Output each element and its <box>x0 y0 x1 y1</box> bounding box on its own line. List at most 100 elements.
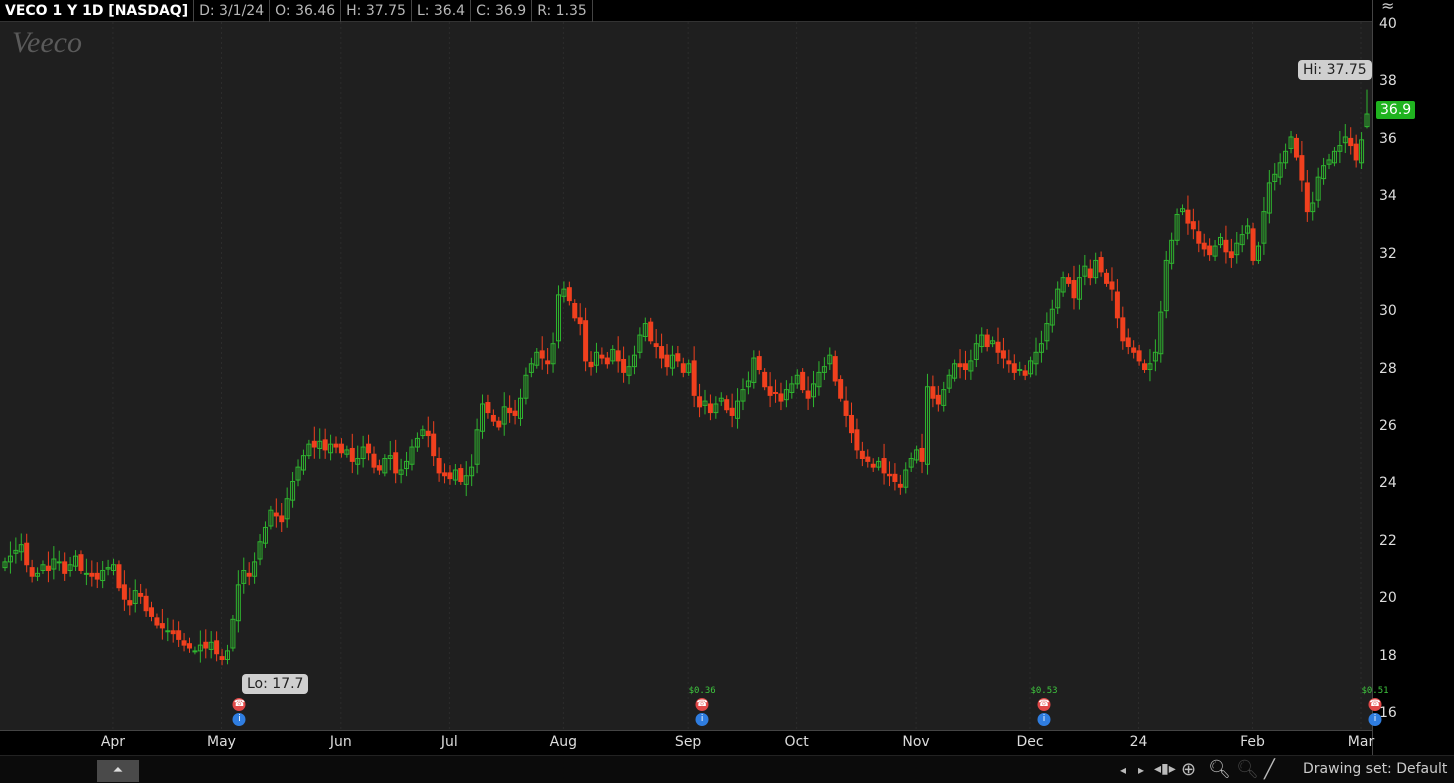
candle-body <box>273 512 279 517</box>
candle-body <box>425 430 431 437</box>
candle-body <box>680 363 686 373</box>
candle-body <box>1017 369 1023 372</box>
price-tick: 38 <box>1379 73 1397 90</box>
price-tick: 18 <box>1379 647 1397 664</box>
candle-body <box>143 595 149 612</box>
candle-body <box>1348 137 1354 147</box>
candle-body <box>935 394 941 405</box>
chart-header: VECO 1 Y 1D [NASDAQ] D: 3/1/24 O: 36.46 … <box>0 0 1372 22</box>
candle-body <box>1125 337 1131 348</box>
study-icon[interactable]: ≈ <box>1381 0 1394 14</box>
candle-body <box>29 567 35 577</box>
drawing-tool-icon[interactable]: ╱ <box>1264 759 1275 780</box>
time-tick: Feb <box>1240 734 1265 750</box>
candle-body <box>1185 209 1191 224</box>
candle-body <box>1136 350 1142 362</box>
candle-body <box>1011 363 1017 373</box>
candle-body <box>664 354 670 368</box>
candle-body <box>1066 277 1072 284</box>
time-tick: Mar <box>1347 734 1375 750</box>
zoom-in-icon[interactable]: 🔍︎ <box>1208 759 1231 780</box>
candle-body <box>897 483 903 488</box>
info-icon[interactable]: i <box>232 713 246 726</box>
time-tick: Aug <box>549 734 577 750</box>
range-readout: R: 1.35 <box>532 0 593 22</box>
candle-body <box>1196 231 1202 244</box>
candle-body <box>181 640 187 646</box>
time-tick: Jul <box>440 734 458 750</box>
candle-body <box>843 400 849 416</box>
candle-body <box>121 584 127 600</box>
candle-body <box>691 360 697 396</box>
candle-body <box>800 371 806 391</box>
candle-body <box>697 396 703 408</box>
high-label: Hi: 37.75 <box>1298 60 1372 80</box>
chart-plot-area[interactable] <box>0 22 1372 730</box>
expand-time-icon[interactable]: ◂▮▸ <box>1154 761 1176 777</box>
candle-body <box>849 414 855 434</box>
candle-body <box>621 358 627 373</box>
candle-body <box>442 472 448 477</box>
symbol-label[interactable]: VECO 1 Y 1D [NASDAQ] <box>0 0 195 22</box>
collapse-panel-button[interactable]: ⏶ <box>97 760 139 782</box>
candle-body <box>957 363 963 368</box>
dividend-label: $0.51 <box>1361 686 1389 696</box>
candle-body <box>176 630 182 640</box>
price-axis[interactable]: ≈ 36.9 16 18 20 22 24 26 28 30 32 34 36 38 40 <box>1372 0 1454 755</box>
drawing-set-selector[interactable]: Drawing set: Default <box>1303 761 1447 777</box>
candlestick-chart <box>2 22 1370 730</box>
info-icon[interactable]: i <box>1037 713 1051 726</box>
candle-body <box>1304 182 1310 213</box>
candle-body <box>322 439 328 451</box>
candle-body <box>165 630 171 633</box>
candle-body <box>45 565 51 571</box>
time-tick: Jun <box>329 734 352 750</box>
candle-body <box>192 650 198 653</box>
time-tick: Apr <box>100 734 126 750</box>
earnings-icon[interactable]: ☎ <box>695 698 709 711</box>
crosshair-icon[interactable]: ⊕ <box>1181 759 1196 780</box>
time-tick: Oct <box>784 734 809 750</box>
candle-body <box>138 592 144 597</box>
candle-body <box>338 443 344 454</box>
earnings-icon[interactable]: ☎ <box>1368 698 1382 711</box>
candle-body <box>615 350 621 362</box>
candle-body <box>94 572 100 580</box>
candle-body <box>1022 370 1028 376</box>
low-label: Lo: 17.7 <box>242 674 309 694</box>
candle-body <box>436 458 442 474</box>
candle-body <box>127 600 133 606</box>
info-icon[interactable]: i <box>1368 713 1382 726</box>
candle-body <box>854 429 860 451</box>
price-tick: 40 <box>1379 16 1397 32</box>
candle-body <box>675 353 681 362</box>
zoom-out-icon[interactable]: 🔍︎ <box>1236 759 1259 780</box>
candle-body <box>149 607 155 617</box>
candle-body <box>832 356 838 382</box>
candle-body <box>778 393 784 402</box>
candle-body <box>154 617 160 626</box>
candle-body <box>62 561 68 574</box>
time-tick: May <box>206 734 236 750</box>
candle-body <box>1223 239 1229 253</box>
candle-body <box>496 420 502 428</box>
candle-body <box>930 386 936 399</box>
price-tick: 32 <box>1379 245 1397 262</box>
earnings-icon[interactable]: ☎ <box>1037 698 1051 711</box>
price-tick: 30 <box>1379 303 1397 320</box>
candle-body <box>881 458 887 474</box>
candle-body <box>767 386 773 396</box>
info-icon[interactable]: i <box>695 713 709 726</box>
scroll-left-icon[interactable]: ◂ <box>1120 763 1126 777</box>
time-axis[interactable]: Apr May Jun Jul Aug Sep Oct Nov Dec 24 Feb Mar <box>0 730 1375 755</box>
candle-body <box>24 542 30 566</box>
candle-body <box>653 343 659 348</box>
candle-body <box>859 450 865 460</box>
candle-body <box>865 456 871 462</box>
candle-body <box>1006 360 1012 365</box>
candle-body <box>707 403 713 414</box>
candle-body <box>376 465 382 471</box>
scroll-right-icon[interactable]: ▸ <box>1138 763 1144 777</box>
price-tick: 24 <box>1379 475 1397 492</box>
earnings-icon[interactable]: ☎ <box>232 698 246 711</box>
